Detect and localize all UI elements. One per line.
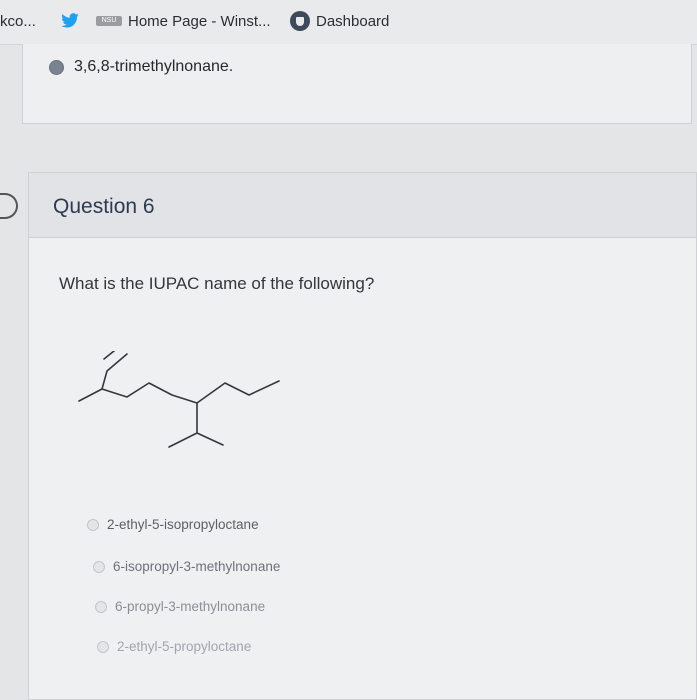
radio-icon[interactable] xyxy=(93,560,105,573)
radio-selected-icon[interactable] xyxy=(49,59,64,75)
shield-icon xyxy=(290,11,310,31)
answer-option-4[interactable]: 2-ethyl-5-propyloctane xyxy=(97,639,251,654)
radio-icon[interactable] xyxy=(95,600,107,613)
previous-question-card: 3,6,8-trimethylnonane. xyxy=(22,44,692,124)
current-question-arrow-icon xyxy=(0,193,18,219)
radio-icon[interactable] xyxy=(87,518,99,531)
bookmark-home-page[interactable]: NSU Home Page - Winst... xyxy=(96,10,271,32)
option-label: 2-ethyl-5-isopropyloctane xyxy=(107,517,259,532)
option-label: 2-ethyl-5-propyloctane xyxy=(117,639,252,654)
site-logo-icon: NSU xyxy=(96,16,122,26)
answer-option-2[interactable]: 6-isopropyl-3-methylnonane xyxy=(93,559,280,574)
question-header: Question 6 xyxy=(29,173,696,238)
bookmarks-bar: kco... NSU Home Page - Winst... Dashboar… xyxy=(0,0,697,45)
option-label: 6-propyl-3-methylnonane xyxy=(115,599,266,614)
option-label: 3,6,8-trimethylnonane. xyxy=(74,58,234,75)
bookmark-label: Dashboard xyxy=(316,12,390,30)
question-text: What is the IUPAC name of the following? xyxy=(59,274,375,293)
bookmark-truncated[interactable]: kco... xyxy=(0,10,36,32)
previous-selected-option[interactable]: 3,6,8-trimethylnonane. xyxy=(49,58,233,76)
question-title: Question 6 xyxy=(53,195,155,218)
bookmark-label: Home Page - Winst... xyxy=(128,12,271,30)
bookmark-dashboard[interactable]: Dashboard xyxy=(290,10,389,32)
twitter-icon xyxy=(61,13,79,28)
answer-option-3[interactable]: 6-propyl-3-methylnonane xyxy=(95,599,265,614)
skeletal-structure-image xyxy=(78,351,280,448)
bookmark-label: kco... xyxy=(0,12,36,30)
answer-option-1[interactable]: 2-ethyl-5-isopropyloctane xyxy=(87,517,259,532)
option-label: 6-isopropyl-3-methylnonane xyxy=(113,559,281,574)
question-card: Question 6 What is the IUPAC name of the… xyxy=(28,172,697,700)
bookmark-twitter[interactable] xyxy=(60,10,80,32)
radio-icon[interactable] xyxy=(97,640,109,653)
